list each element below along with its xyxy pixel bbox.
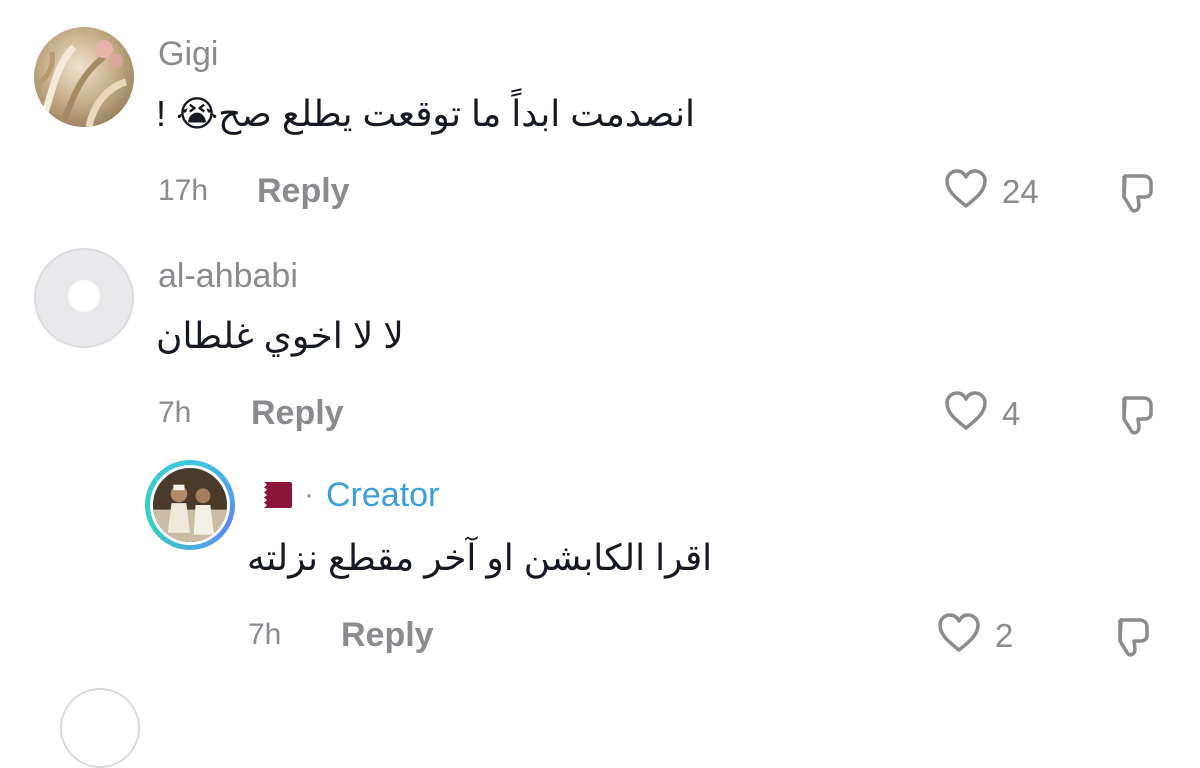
- like-button[interactable]: 24: [944, 168, 1039, 215]
- like-count: 4: [1002, 395, 1021, 432]
- like-count: 2: [995, 617, 1014, 654]
- like-button[interactable]: 4: [944, 390, 1020, 437]
- reply-timestamp: 7h: [248, 618, 282, 651]
- comment-username[interactable]: al-ahbabi: [158, 259, 298, 293]
- avatar[interactable]: [34, 248, 134, 348]
- avatar-photo: [150, 465, 230, 545]
- comment-text: لا لا اخوي غلطان: [156, 315, 404, 356]
- comment-timestamp: 7h: [158, 396, 192, 429]
- like-count: 24: [1002, 173, 1039, 210]
- heart-outline-icon: [937, 612, 981, 659]
- default-avatar-icon: [68, 280, 100, 312]
- reply-button[interactable]: Reply: [257, 174, 350, 208]
- thumbs-down-outline-icon: [1110, 396, 1156, 442]
- dislike-button[interactable]: [1106, 614, 1152, 665]
- creator-avatar[interactable]: [145, 460, 235, 550]
- qatar-flag-icon: [252, 482, 292, 508]
- dislike-button[interactable]: [1110, 170, 1156, 221]
- separator-dot: ·: [304, 478, 314, 511]
- avatar[interactable]: [34, 27, 134, 127]
- like-button[interactable]: 2: [937, 612, 1013, 659]
- comment-timestamp: 17h: [158, 174, 209, 207]
- avatar-photo: [34, 27, 134, 127]
- thumbs-down-outline-icon: [1106, 618, 1152, 664]
- reply-button[interactable]: Reply: [251, 396, 344, 430]
- dislike-button[interactable]: [1110, 392, 1156, 443]
- creator-name-row: · Creator: [252, 478, 439, 512]
- reply-text: اقرا الكابشن او آخر مقطع نزلته: [247, 537, 713, 578]
- creator-badge: Creator: [326, 476, 440, 514]
- thumbs-down-outline-icon: [1110, 174, 1156, 220]
- heart-outline-icon: [944, 168, 988, 215]
- comment-text: انصدمت ابداً ما توقعت يطلع صح😭 !: [156, 93, 695, 134]
- heart-outline-icon: [944, 390, 988, 437]
- next-comment-avatar[interactable]: [60, 688, 140, 768]
- reply-button[interactable]: Reply: [341, 618, 434, 652]
- comment-username[interactable]: Gigi: [158, 37, 218, 71]
